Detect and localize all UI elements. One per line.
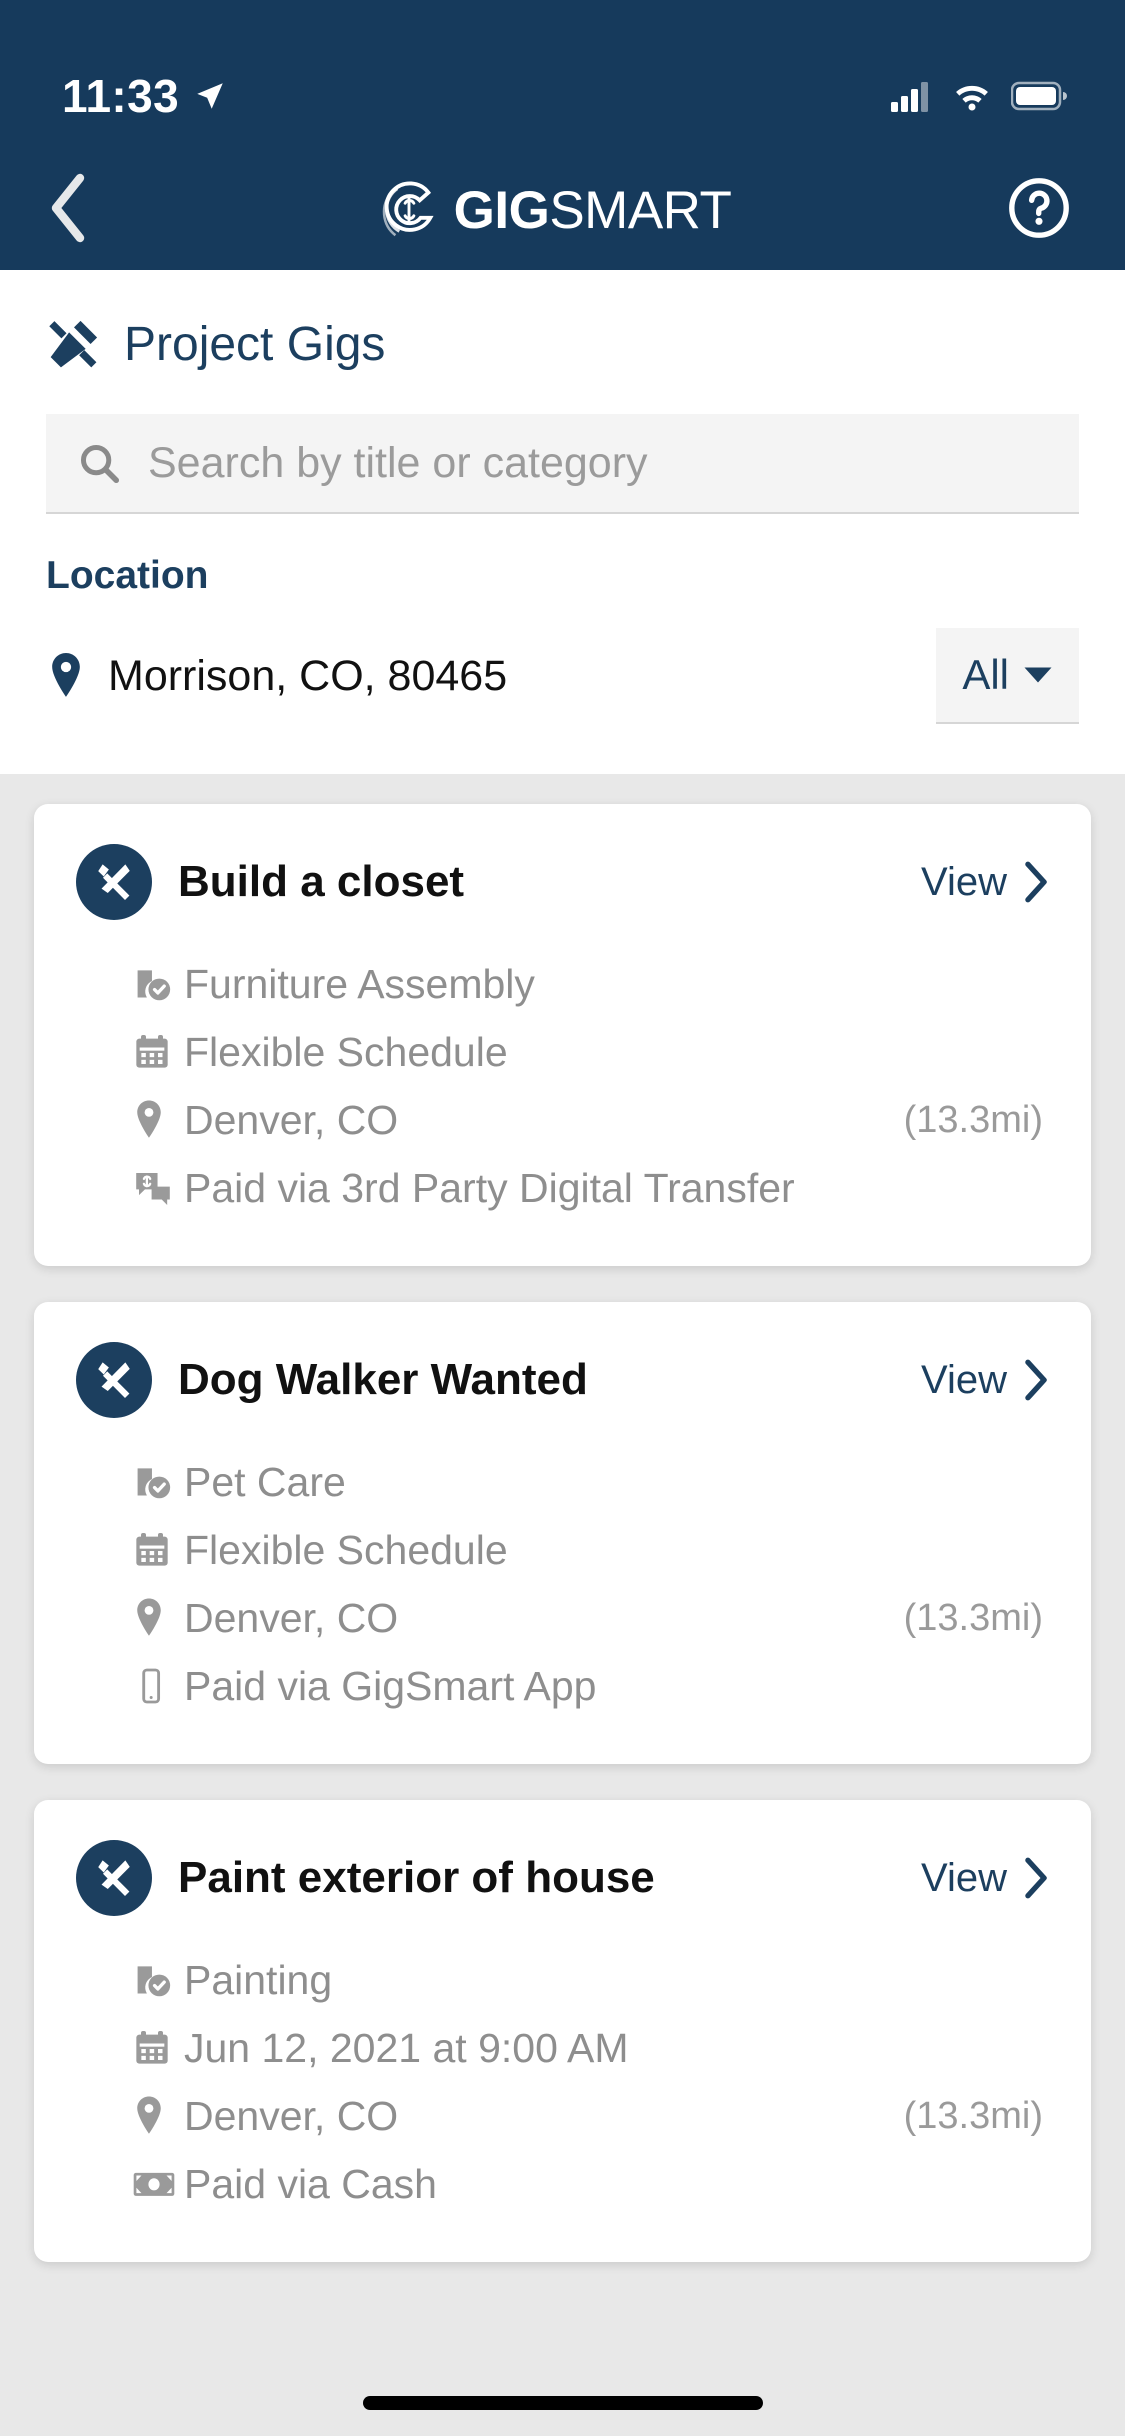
gig-schedule: Flexible Schedule <box>184 1526 508 1573</box>
gig-category-row: Furniture Assembly <box>132 950 1049 1018</box>
cash-banknote-icon <box>132 2164 184 2204</box>
distance-filter-dropdown[interactable]: All <box>936 628 1079 724</box>
gig-details: Furniture Assembly Flexible Schedule Den… <box>76 950 1049 1222</box>
category-check-icon <box>132 1461 184 1503</box>
gig-card[interactable]: Dog Walker Wanted View Pet Care Flexible… <box>34 1302 1091 1764</box>
gig-schedule: Flexible Schedule <box>184 1028 508 1075</box>
filters-panel: Project Gigs Search by title or category… <box>0 270 1125 774</box>
view-label: View <box>921 859 1007 904</box>
status-bar-left: 11:33 <box>62 69 227 123</box>
location-row: Morrison, CO, 80465 All <box>46 628 1079 724</box>
gig-title: Dog Walker Wanted <box>178 1355 588 1404</box>
caret-down-icon <box>1024 667 1052 683</box>
battery-icon <box>1011 81 1067 111</box>
gig-title: Build a closet <box>178 857 465 906</box>
map-pin-icon <box>132 1596 184 1640</box>
map-pin-icon <box>52 653 80 697</box>
help-circle-icon <box>1009 177 1069 238</box>
back-chevron-icon <box>51 173 85 242</box>
chevron-right-icon <box>1025 1359 1047 1401</box>
gig-card-header: Paint exterior of house View <box>76 1840 1049 1916</box>
gig-schedule: Jun 12, 2021 at 9:00 AM <box>184 2024 629 2071</box>
page-title-row: Project Gigs <box>46 316 1079 372</box>
app-screen: 11:33 GIGSMART Project Gigs Search by ti… <box>0 0 1125 2436</box>
gig-payment: Paid via Cash <box>184 2160 437 2207</box>
gig-card-header: Build a closet View <box>76 844 1049 920</box>
status-bar: 11:33 <box>0 0 1125 150</box>
location-value: Morrison, CO, 80465 <box>108 651 508 700</box>
brand-light: SMART <box>549 180 732 240</box>
home-indicator <box>362 2396 763 2410</box>
gig-payment-row: Paid via 3rd Party Digital Transfer <box>132 1154 1049 1222</box>
gig-details: Pet Care Flexible Schedule Denver, CO (1… <box>76 1448 1049 1720</box>
cellular-signal-icon <box>891 82 928 112</box>
view-label: View <box>921 1855 1007 1900</box>
back-button[interactable] <box>46 172 94 249</box>
page-title: Project Gigs <box>124 317 386 371</box>
gig-distance: (13.3mi) <box>903 2094 1043 2137</box>
gig-schedule-row: Flexible Schedule <box>132 1516 1049 1584</box>
gig-category: Pet Care <box>184 1458 346 1505</box>
location-value-group[interactable]: Morrison, CO, 80465 <box>46 651 507 701</box>
gig-category: Painting <box>184 1956 333 2003</box>
view-gig-button[interactable]: View <box>921 860 1049 905</box>
chat-dollar-icon <box>132 1167 184 1209</box>
location-arrow-icon <box>197 83 223 109</box>
calendar-icon <box>132 2028 184 2068</box>
tools-badge-icon <box>76 844 152 920</box>
gig-location-row: Denver, CO (13.3mi) <box>132 1086 1049 1154</box>
status-bar-clock: 11:33 <box>62 70 180 122</box>
gig-title: Paint exterior of house <box>178 1853 655 1902</box>
chevron-right-icon <box>1025 1857 1047 1899</box>
view-label: View <box>921 1357 1007 1402</box>
chevron-right-icon <box>1025 861 1047 903</box>
status-bar-right <box>891 80 1067 112</box>
gig-distance: (13.3mi) <box>903 1098 1043 1141</box>
view-gig-button[interactable]: View <box>921 1358 1049 1403</box>
gig-card[interactable]: Build a closet View Furniture Assembly F… <box>34 804 1091 1266</box>
gig-payment: Paid via GigSmart App <box>184 1662 597 1709</box>
gig-location-row: Denver, CO (13.3mi) <box>132 2082 1049 2150</box>
app-logo: GIGSMART <box>378 179 732 241</box>
help-button[interactable] <box>1005 174 1073 247</box>
gig-category-row: Painting <box>132 1946 1049 2014</box>
navigation-bar: GIGSMART <box>0 150 1125 270</box>
category-check-icon <box>132 963 184 1005</box>
gig-location: Denver, CO <box>184 1594 399 1641</box>
distance-filter-label: All <box>962 651 1009 698</box>
calendar-icon <box>132 1530 184 1570</box>
mobile-phone-icon <box>132 1665 184 1707</box>
wifi-icon <box>956 85 988 111</box>
gig-payment-row: Paid via Cash <box>132 2150 1049 2218</box>
gig-payment-row: Paid via GigSmart App <box>132 1652 1049 1720</box>
map-pin-icon <box>132 2094 184 2138</box>
tools-badge-icon <box>76 1342 152 1418</box>
tools-icon <box>49 320 98 368</box>
gig-location: Denver, CO <box>184 2092 399 2139</box>
gig-details: Painting Jun 12, 2021 at 9:00 AM Denver,… <box>76 1946 1049 2218</box>
gig-card[interactable]: Paint exterior of house View Painting Ju… <box>34 1800 1091 2262</box>
brand-bold: GIG <box>453 180 550 240</box>
gig-payment: Paid via 3rd Party Digital Transfer <box>184 1164 795 1211</box>
gig-distance: (13.3mi) <box>903 1596 1043 1639</box>
search-placeholder: Search by title or category <box>148 438 648 487</box>
view-gig-button[interactable]: View <box>921 1856 1049 1901</box>
gig-location-row: Denver, CO (13.3mi) <box>132 1584 1049 1652</box>
location-label: Location <box>46 554 209 597</box>
category-check-icon <box>132 1959 184 2001</box>
search-input[interactable]: Search by title or category <box>46 414 1079 514</box>
calendar-icon <box>132 1032 184 1072</box>
gig-location: Denver, CO <box>184 1096 399 1143</box>
gig-category-row: Pet Care <box>132 1448 1049 1516</box>
map-pin-icon <box>132 1098 184 1142</box>
gig-schedule-row: Jun 12, 2021 at 9:00 AM <box>132 2014 1049 2082</box>
gig-schedule-row: Flexible Schedule <box>132 1018 1049 1086</box>
tools-badge-icon <box>76 1840 152 1916</box>
gig-category: Furniture Assembly <box>184 960 535 1007</box>
gig-card-header: Dog Walker Wanted View <box>76 1342 1049 1418</box>
brand-wordmark: GIGSMART <box>454 180 732 241</box>
gigsmart-logo-mark-icon <box>382 181 434 237</box>
gig-list: Build a closet View Furniture Assembly F… <box>0 774 1125 2262</box>
search-icon <box>80 444 120 484</box>
